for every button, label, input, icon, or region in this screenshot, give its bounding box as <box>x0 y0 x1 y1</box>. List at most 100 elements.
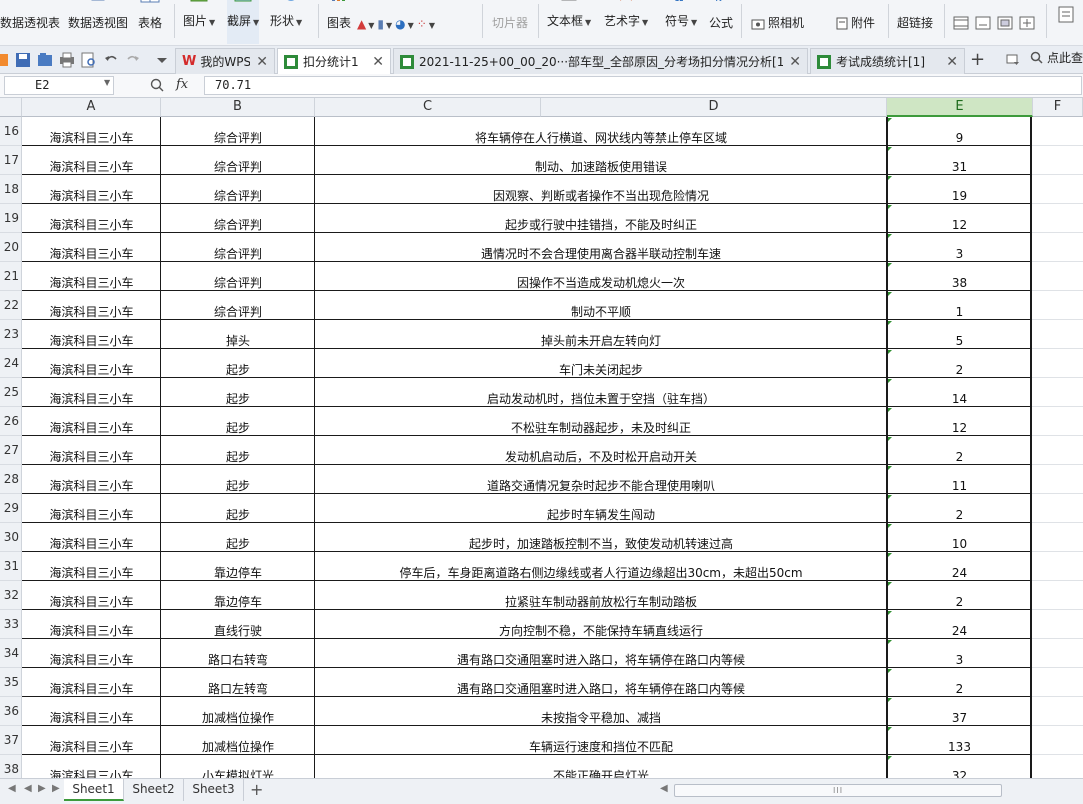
cell-f[interactable] <box>1033 320 1083 349</box>
scroll-left-icon[interactable]: ◀ <box>660 783 668 794</box>
save-icon[interactable] <box>15 52 31 68</box>
cell-b[interactable]: 起步 <box>161 465 315 494</box>
cell-e[interactable]: 24 <box>887 610 1032 639</box>
sheet-tab-sheet2[interactable]: Sheet2 <box>124 779 184 801</box>
cell-d[interactable]: 方向控制不稳，不能保持车辆直线运行 <box>315 610 887 639</box>
cell-f[interactable] <box>1033 407 1083 436</box>
camera-button[interactable]: 照相机 <box>751 0 804 44</box>
cell-f[interactable] <box>1033 581 1083 610</box>
cell-d[interactable]: 起步时，加速踏板控制不当，致使发动机转速过高 <box>315 523 887 552</box>
text-object-icon[interactable] <box>1019 16 1035 30</box>
zoom-icon[interactable] <box>150 78 164 92</box>
cell-f[interactable] <box>1033 552 1083 581</box>
cell-e[interactable]: 24 <box>887 552 1032 581</box>
undo-icon[interactable] <box>103 52 119 68</box>
symbol-button[interactable]: Ω 符号▼ <box>665 0 697 44</box>
prev-sheet-icon[interactable]: ◀ <box>24 783 32 794</box>
cell-b[interactable]: 小车模拟灯光 <box>161 755 315 778</box>
cell-e[interactable]: 2 <box>887 349 1032 378</box>
header-footer-icon[interactable] <box>953 16 969 30</box>
cell-b[interactable]: 靠边停车 <box>161 552 315 581</box>
cell-a[interactable]: 海滨科目三小车 <box>22 465 161 494</box>
redo-icon[interactable] <box>125 52 141 68</box>
cell-f[interactable] <box>1033 523 1083 552</box>
cell-f[interactable] <box>1033 726 1083 755</box>
chart-button[interactable]: 图表 <box>327 0 351 44</box>
cell-b[interactable]: 加减档位操作 <box>161 697 315 726</box>
cell-e[interactable]: 14 <box>887 378 1032 407</box>
cell-d[interactable]: 制动不平顺 <box>315 291 887 320</box>
cell-d[interactable]: 不能正确开启灯光 <box>315 755 887 778</box>
cell-d[interactable]: 道路交通情况复杂时起步不能合理使用喇叭 <box>315 465 887 494</box>
cell-a[interactable]: 海滨科目三小车 <box>22 262 161 291</box>
row-header[interactable]: 28 <box>0 465 22 494</box>
app-menu-icon[interactable] <box>0 52 16 68</box>
cell-b[interactable]: 加减档位操作 <box>161 726 315 755</box>
cell-f[interactable] <box>1033 204 1083 233</box>
column-header-b[interactable]: B <box>161 98 315 117</box>
cell-b[interactable]: 起步 <box>161 349 315 378</box>
row-header[interactable]: 23 <box>0 320 22 349</box>
cell-b[interactable]: 路口右转弯 <box>161 639 315 668</box>
sheet-tab-sheet1[interactable]: Sheet1 <box>64 779 124 801</box>
fx-icon[interactable]: fx <box>176 77 188 92</box>
cell-d[interactable]: 车辆运行速度和挡位不匹配 <box>315 726 887 755</box>
cell-b[interactable]: 综合评判 <box>161 262 315 291</box>
add-sheet-button[interactable]: + <box>250 780 263 799</box>
cell-a[interactable]: 海滨科目三小车 <box>22 610 161 639</box>
cell-b[interactable]: 综合评判 <box>161 175 315 204</box>
cell-a[interactable]: 海滨科目三小车 <box>22 378 161 407</box>
cell-b[interactable]: 综合评判 <box>161 146 315 175</box>
row-header[interactable]: 35 <box>0 668 22 697</box>
formula-button[interactable]: π 公式 <box>709 0 733 44</box>
cell-a[interactable]: 海滨科目三小车 <box>22 407 161 436</box>
cell-e[interactable]: 32 <box>887 755 1032 778</box>
screenshot-button[interactable]: 截屏 ▼ <box>227 0 260 44</box>
cell-b[interactable]: 起步 <box>161 378 315 407</box>
hyperlink-button[interactable]: 超链接 <box>897 0 933 44</box>
row-header[interactable]: 20 <box>0 233 22 262</box>
column-header-c[interactable]: C <box>315 98 541 117</box>
cell-d[interactable]: 起步或行驶中挂错挡，不能及时纠正 <box>315 204 887 233</box>
cell-a[interactable]: 海滨科目三小车 <box>22 755 161 778</box>
cell-d[interactable]: 掉头前未开启左转向灯 <box>315 320 887 349</box>
tab-my-wps[interactable]: W 我的WPS ✕ <box>175 48 275 74</box>
tab-list-icon[interactable] <box>1006 54 1020 66</box>
picture-button[interactable]: 图片 ▼ <box>183 0 215 44</box>
cell-d[interactable]: 将车辆停在人行横道、网状线内等禁止停车区域 <box>315 117 887 146</box>
cell-a[interactable]: 海滨科目三小车 <box>22 697 161 726</box>
cell-a[interactable]: 海滨科目三小车 <box>22 523 161 552</box>
cell-a[interactable]: 海滨科目三小车 <box>22 175 161 204</box>
cell-e[interactable]: 2 <box>887 581 1032 610</box>
row-header[interactable]: 21 <box>0 262 22 291</box>
cell-b[interactable]: 掉头 <box>161 320 315 349</box>
cell-a[interactable]: 海滨科目三小车 <box>22 494 161 523</box>
quick-access-dropdown-icon[interactable] <box>154 52 170 68</box>
cell-d[interactable]: 因观察、判断或者操作不当出现危险情况 <box>315 175 887 204</box>
column-header-d[interactable]: D <box>541 98 887 117</box>
first-sheet-icon[interactable]: ◀ <box>8 783 16 794</box>
row-header[interactable]: 37 <box>0 726 22 755</box>
cell-a[interactable]: 海滨科目三小车 <box>22 349 161 378</box>
row-header[interactable]: 22 <box>0 291 22 320</box>
row-header[interactable]: 30 <box>0 523 22 552</box>
cell-d[interactable]: 不松驻车制动器起步，未及时纠正 <box>315 407 887 436</box>
cell-d[interactable]: 停车后，车身距离道路右侧边缘线或者人行道边缘超出30cm，未超出50cm <box>315 552 887 581</box>
print-preview-icon[interactable] <box>81 52 97 68</box>
cell-b[interactable]: 起步 <box>161 523 315 552</box>
row-header[interactable]: 33 <box>0 610 22 639</box>
shape-button[interactable]: 形状 ▼ <box>270 0 302 44</box>
cell-b[interactable]: 起步 <box>161 436 315 465</box>
cell-e[interactable]: 38 <box>887 262 1032 291</box>
cell-e[interactable]: 133 <box>887 726 1032 755</box>
cell-a[interactable]: 海滨科目三小车 <box>22 581 161 610</box>
cell-b[interactable]: 综合评判 <box>161 291 315 320</box>
cell-b[interactable]: 综合评判 <box>161 233 315 262</box>
cell-e[interactable]: 9 <box>887 117 1032 146</box>
cell-e[interactable]: 3 <box>887 639 1032 668</box>
cell-e[interactable]: 12 <box>887 407 1032 436</box>
cell-f[interactable] <box>1033 117 1083 146</box>
close-icon[interactable]: ✕ <box>789 54 801 70</box>
scatter-chart-icon[interactable]: ⁘ ▼ <box>417 17 435 31</box>
cell-e[interactable]: 2 <box>887 436 1032 465</box>
